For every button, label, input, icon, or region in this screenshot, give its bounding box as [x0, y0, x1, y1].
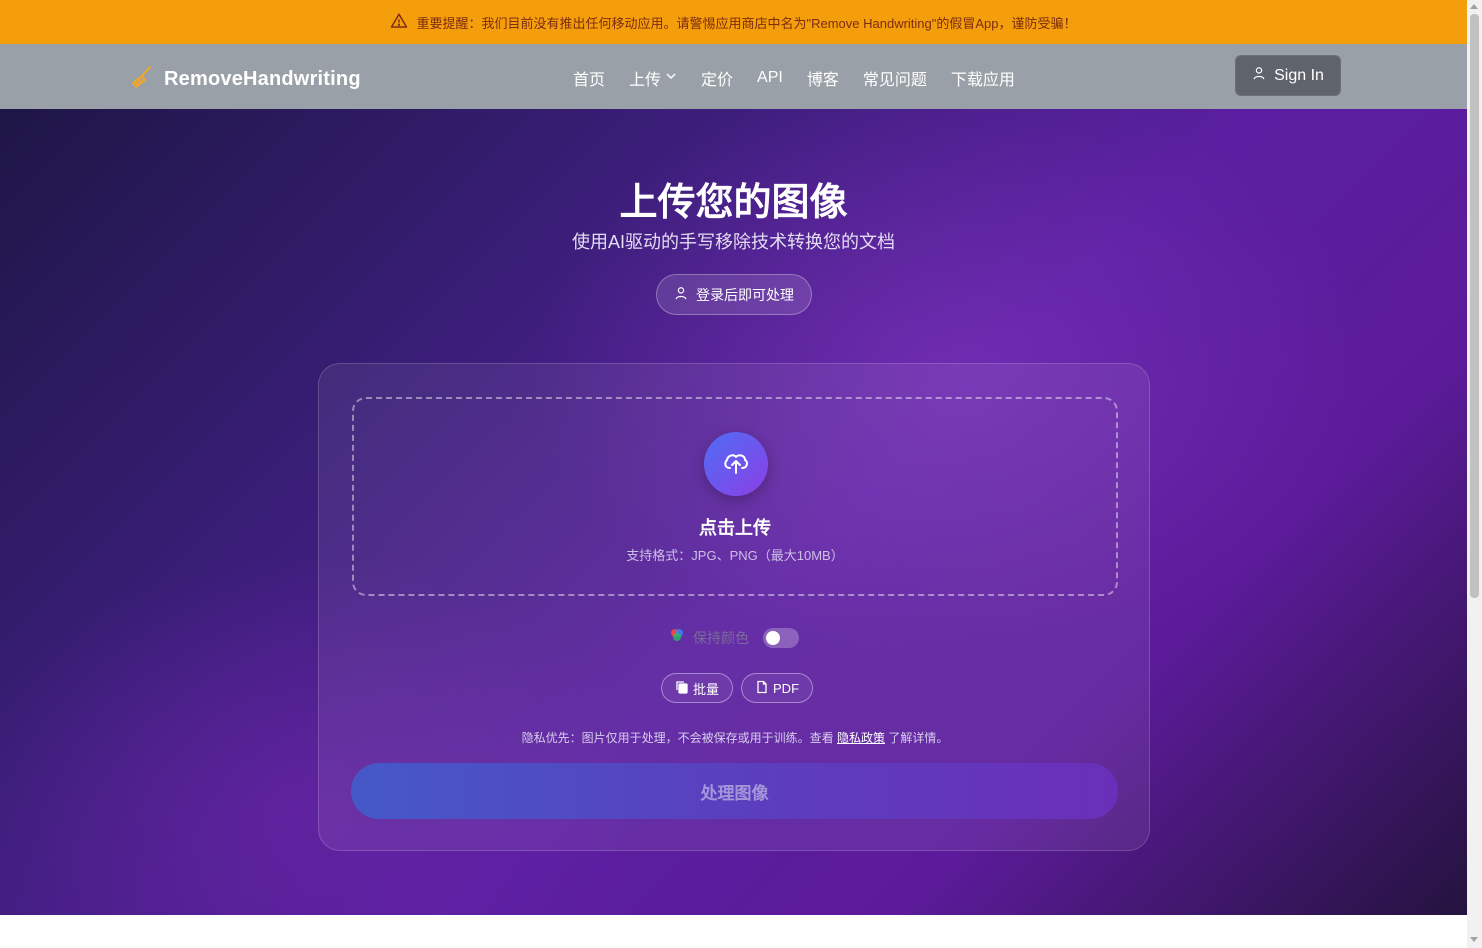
nav-link-upload[interactable]: 上传	[629, 66, 677, 90]
toggle-knob	[766, 630, 780, 645]
upload-icon-circle	[704, 432, 768, 496]
sign-in-button[interactable]: Sign In	[1235, 55, 1341, 96]
nav-link-api[interactable]: API	[757, 69, 783, 87]
login-to-process-label: 登录后即可处理	[696, 286, 794, 303]
copy-icon	[675, 680, 689, 697]
batch-button[interactable]: 批量	[661, 673, 734, 703]
nav-link-blog[interactable]: 博客	[807, 66, 839, 90]
nav-links: 首页 上传 定价 API 博客 常见问题 下载应用	[573, 66, 1015, 90]
nav-link-upload-label: 上传	[629, 72, 662, 89]
scroll-thumb[interactable]	[1470, 14, 1479, 598]
warning-banner: 重要提醒：我们目前没有推出任何移动应用。请警惕应用商店中名为"Remove Ha…	[0, 0, 1467, 44]
user-icon	[674, 286, 688, 303]
nav-link-faq[interactable]: 常见问题	[863, 66, 927, 90]
pdf-button[interactable]: PDF	[741, 673, 814, 703]
sign-in-label: Sign In	[1274, 66, 1324, 84]
upload-card: 点击上传 支持格式：JPG、PNG（最大10MB） 保持颜色 批量 PDF 隐私…	[318, 363, 1150, 851]
brand-logo[interactable]: RemoveHandwriting	[128, 63, 361, 96]
top-navbar: RemoveHandwriting 首页 上传 定价 API 博客 常见问题 下…	[0, 44, 1467, 109]
login-to-process-button[interactable]: 登录后即可处理	[656, 274, 812, 315]
brand-name: RemoveHandwriting	[164, 68, 361, 90]
upload-label: 点击上传	[699, 518, 771, 538]
keep-color-toggle[interactable]	[763, 627, 799, 648]
process-image-button[interactable]: 处理图像	[351, 763, 1118, 819]
page-subtitle: 使用AI驱动的手写移除技术转换您的文档	[571, 232, 895, 252]
privacy-suffix: 了解详情。	[885, 731, 949, 745]
nav-link-pricing[interactable]: 定价	[701, 66, 733, 90]
user-icon	[1252, 66, 1266, 85]
palette-icon	[669, 627, 685, 648]
mode-buttons: 批量 PDF	[661, 673, 814, 703]
warning-text: 重要提醒：我们目前没有推出任何移动应用。请警惕应用商店中名为"Remove Ha…	[416, 15, 1077, 31]
scroll-up-arrow-icon[interactable]	[1470, 4, 1478, 9]
keep-color-row: 保持颜色	[669, 627, 799, 648]
chevron-down-icon	[665, 69, 677, 87]
cloud-upload-icon	[720, 446, 752, 483]
broom-icon	[128, 63, 156, 96]
batch-label: 批量	[693, 681, 720, 697]
page-title: 上传您的图像	[619, 182, 848, 224]
nav-link-download-app[interactable]: 下载应用	[951, 66, 1015, 90]
page-scrollbar[interactable]	[1467, 0, 1482, 948]
scroll-down-arrow-icon[interactable]	[1470, 937, 1478, 942]
hero-section: 上传您的图像 使用AI驱动的手写移除技术转换您的文档 登录后即可处理 点击上传 …	[0, 109, 1467, 915]
warning-triangle-icon	[390, 12, 408, 33]
privacy-prefix: 隐私优先：图片仅用于处理，不会被保存或用于训练。查看	[521, 731, 837, 745]
pdf-label: PDF	[773, 680, 800, 696]
upload-formats: 支持格式：JPG、PNG（最大10MB）	[626, 548, 844, 563]
keep-color-label: 保持颜色	[693, 629, 749, 646]
privacy-note: 隐私优先：图片仅用于处理，不会被保存或用于训练。查看 隐私政策 了解详情。	[319, 729, 1151, 746]
file-icon	[755, 680, 769, 697]
upload-dropzone[interactable]: 点击上传 支持格式：JPG、PNG（最大10MB）	[352, 397, 1118, 596]
nav-link-home[interactable]: 首页	[573, 66, 605, 90]
privacy-policy-link[interactable]: 隐私政策	[837, 731, 885, 745]
